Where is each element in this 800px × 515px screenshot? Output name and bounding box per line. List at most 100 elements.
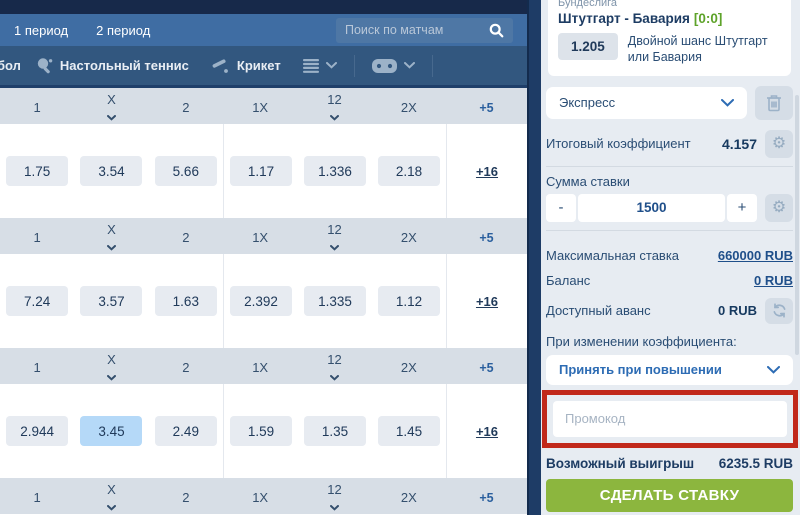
more-columns-link[interactable]: +5 (479, 361, 493, 375)
divider (546, 230, 793, 231)
search-icon[interactable] (489, 23, 504, 38)
col-header-12[interactable]: 12 (297, 218, 371, 254)
sports-nav: бол Настольный теннис Крикет (0, 46, 527, 88)
odd-button[interactable]: 1.35 (304, 416, 366, 446)
match-title: Штутгарт - Бавария[0:0] (558, 11, 781, 26)
nav-item-table-tennis[interactable]: Настольный теннис (36, 57, 189, 74)
tab-period-1[interactable]: 1 период (14, 23, 68, 38)
col-header-12[interactable]: 12 (297, 88, 371, 124)
col-header-2x: 2X (372, 348, 446, 384)
odd-button[interactable]: 1.45 (378, 416, 440, 446)
col-header-1x: 1X (223, 218, 297, 254)
odd-button[interactable]: 1.59 (230, 416, 292, 446)
gear-icon: ⚙ (772, 136, 786, 152)
live-score: [0:0] (694, 11, 723, 26)
coef-change-value: Принять при повышении (559, 362, 722, 377)
odds-row: 2.944 3.45 2.49 1.59 1.35 1.45 +16 (0, 384, 527, 478)
nav-divider (432, 55, 433, 77)
search-box[interactable] (336, 18, 513, 43)
delete-bet-button[interactable] (755, 86, 793, 120)
col-header-12[interactable]: 12 (297, 348, 371, 384)
chevron-down-icon (767, 366, 780, 374)
odds-header-row: 1 X 2 1X 12 2X +5 (0, 218, 527, 254)
total-coef-label: Итоговый коэффициент (546, 136, 691, 151)
odd-button[interactable]: 1.75 (6, 156, 68, 186)
col-header-2: 2 (149, 478, 223, 514)
nav-item-label: бол (0, 58, 21, 73)
odd-button[interactable]: 1.63 (155, 286, 217, 316)
tab-period-2[interactable]: 2 период (96, 23, 150, 38)
col-header-1x: 1X (223, 88, 297, 124)
chevron-down-icon (330, 369, 339, 384)
balance-value[interactable]: 0 RUB (754, 273, 793, 288)
divider (546, 166, 793, 167)
col-header-x[interactable]: X (74, 348, 148, 384)
nav-item-more-sports[interactable] (303, 59, 337, 73)
max-bet-value[interactable]: 660000 RUB (718, 248, 793, 263)
more-odds-link[interactable]: +16 (476, 164, 498, 179)
col-header-2: 2 (149, 218, 223, 254)
advance-value: 0 RUB (718, 303, 757, 318)
promo-code-input[interactable] (553, 401, 787, 437)
stake-minus-button[interactable]: - (546, 194, 576, 222)
odd-button[interactable]: 2.944 (6, 416, 68, 446)
max-bet-label: Максимальная ставка (546, 248, 679, 263)
nav-item-games[interactable] (372, 59, 415, 73)
nav-item-cricket[interactable]: Крикет (211, 58, 281, 74)
bet-card: Бундеслига Штутгарт - Бавария[0:0] 1.205… (548, 0, 791, 76)
top-dark-strip (0, 0, 527, 14)
more-columns-link[interactable]: +5 (479, 231, 493, 245)
refresh-advance-button[interactable] (765, 298, 793, 324)
chevron-down-icon (330, 499, 339, 514)
col-header-1x: 1X (223, 478, 297, 514)
total-coef-value: 4.157 (722, 136, 757, 152)
gear-icon: ⚙ (772, 200, 786, 216)
chevron-down-icon (107, 239, 116, 254)
scrollbar-thumb[interactable] (795, 95, 799, 355)
stake-input[interactable] (578, 194, 725, 222)
bet-odd-chip[interactable]: 1.205 (558, 33, 618, 60)
odd-button[interactable]: 1.336 (304, 156, 366, 186)
col-header-1: 1 (0, 348, 74, 384)
bet-type-select[interactable]: Экспресс (546, 87, 747, 119)
chevron-down-icon (107, 369, 116, 384)
coef-settings-button[interactable]: ⚙ (765, 130, 793, 158)
odd-button-selected[interactable]: 3.45 (80, 416, 142, 446)
col-header-12[interactable]: 12 (297, 478, 371, 514)
nav-item-label: Настольный теннис (60, 58, 189, 73)
chevron-down-icon (330, 239, 339, 254)
odds-row: 1.75 3.54 5.66 1.17 1.336 2.18 +16 (0, 124, 527, 218)
gamepad-icon (372, 59, 397, 73)
more-odds-link[interactable]: +16 (476, 294, 498, 309)
col-header-1x: 1X (223, 348, 297, 384)
more-columns-link[interactable]: +5 (479, 491, 493, 505)
chevron-down-icon (107, 499, 116, 514)
odd-button[interactable]: 1.335 (304, 286, 366, 316)
odd-button[interactable]: 2.18 (378, 156, 440, 186)
odd-button[interactable]: 5.66 (155, 156, 217, 186)
possible-win-value: 6235.5 RUB (719, 456, 793, 471)
more-columns-link[interactable]: +5 (479, 101, 493, 115)
odd-button[interactable]: 1.17 (230, 156, 292, 186)
table-tennis-icon (36, 57, 53, 74)
stake-settings-button[interactable]: ⚙ (765, 194, 793, 222)
odd-button[interactable]: 2.49 (155, 416, 217, 446)
odd-button[interactable]: 3.54 (80, 156, 142, 186)
more-odds-link[interactable]: +16 (476, 424, 498, 439)
col-header-2x: 2X (372, 478, 446, 514)
odd-button[interactable]: 7.24 (6, 286, 68, 316)
odd-button[interactable]: 2.392 (230, 286, 292, 316)
col-header-x[interactable]: X (74, 478, 148, 514)
place-bet-button[interactable]: СДЕЛАТЬ СТАВКУ (546, 479, 793, 512)
odd-button[interactable]: 3.57 (80, 286, 142, 316)
coef-change-select[interactable]: Принять при повышении (546, 355, 793, 385)
search-input[interactable] (345, 23, 489, 37)
nav-item-football-clipped[interactable]: бол (0, 58, 21, 73)
chevron-down-icon (107, 109, 116, 124)
odd-button[interactable]: 1.12 (378, 286, 440, 316)
col-header-x[interactable]: X (74, 88, 148, 124)
col-header-1: 1 (0, 88, 74, 124)
cricket-icon (211, 58, 230, 74)
col-header-x[interactable]: X (74, 218, 148, 254)
stake-plus-button[interactable]: + (727, 194, 757, 222)
